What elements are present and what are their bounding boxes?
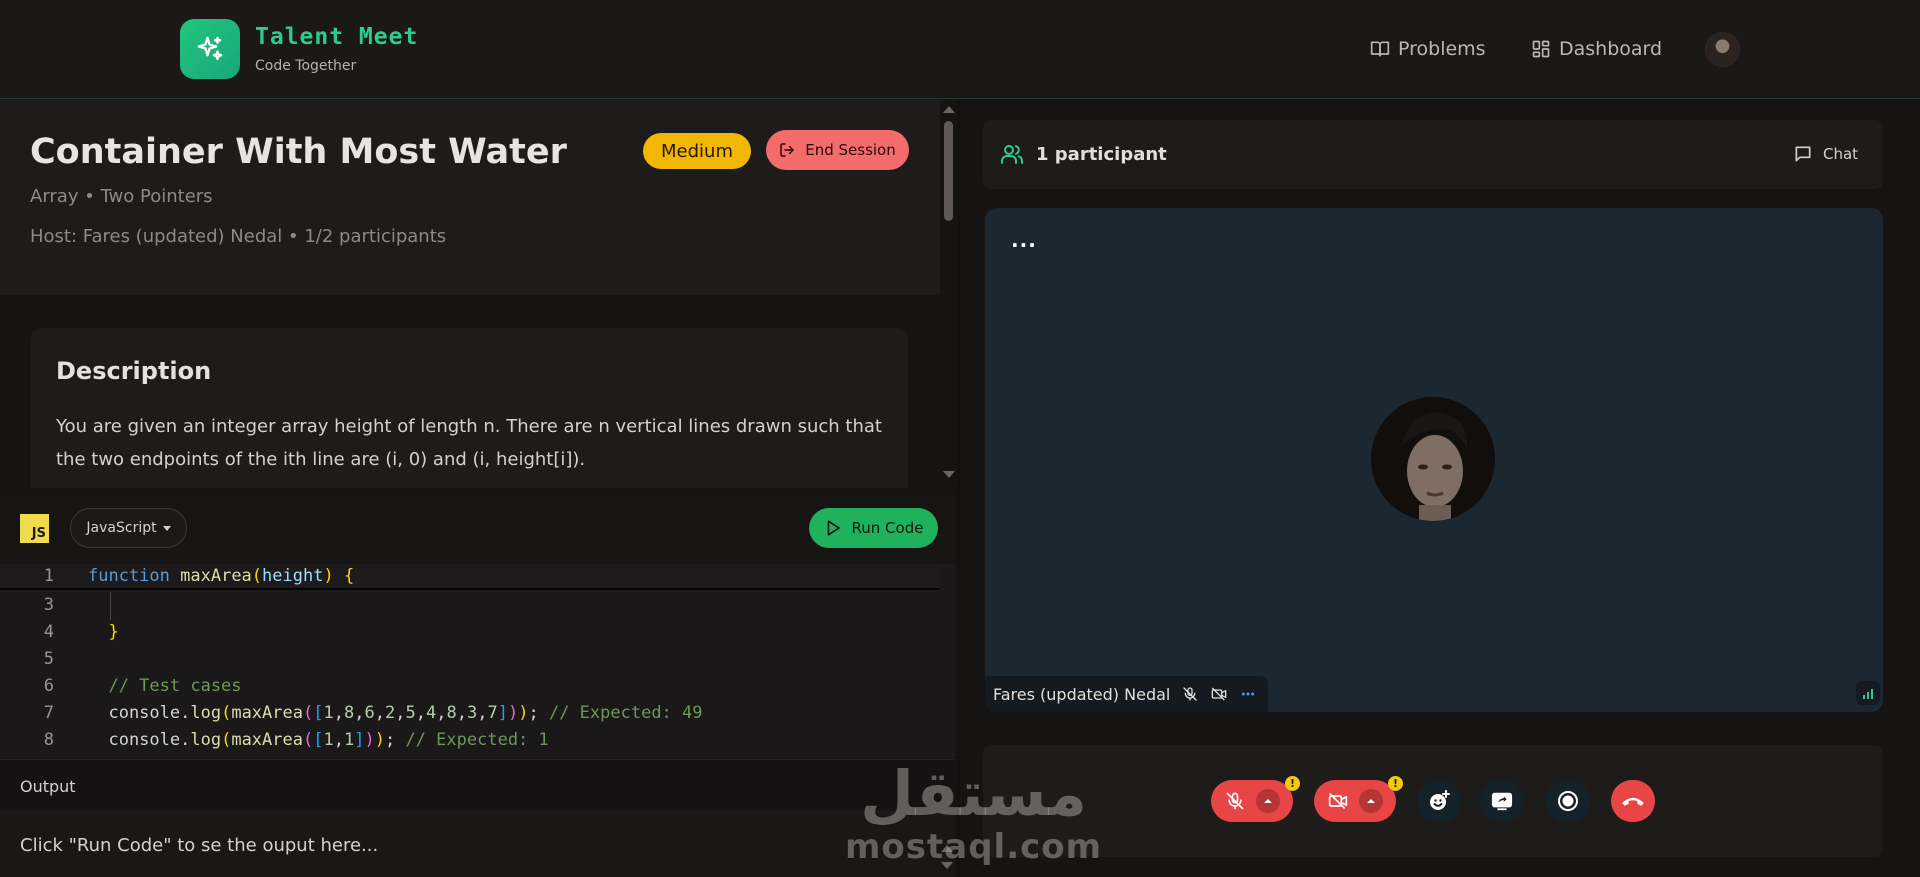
end-session-button[interactable]: End Session (766, 130, 909, 170)
emoji-add-icon (1430, 790, 1450, 810)
panel-resizer[interactable] (957, 100, 960, 877)
participant-avatar (1371, 397, 1495, 521)
nav-problems[interactable]: Problems (1370, 38, 1486, 60)
record-icon (1558, 791, 1578, 811)
difficulty-badge: Medium (643, 133, 751, 169)
record-button[interactable] (1546, 780, 1590, 822)
more-icon[interactable]: ... (1011, 228, 1037, 252)
camera-options-button[interactable] (1359, 789, 1383, 813)
code-line[interactable]: 5 (0, 646, 940, 672)
leave-call-button[interactable] (1611, 780, 1655, 822)
screen-share-button[interactable] (1480, 780, 1524, 822)
line-number: 4 (43, 622, 54, 642)
participant-photo (1371, 397, 1495, 521)
participant-name: Fares (updated) Nedal (993, 684, 1171, 704)
code-line[interactable]: 3 (0, 592, 940, 618)
code-line[interactable]: 4 } (0, 619, 940, 645)
more-horizontal-icon[interactable] (1240, 686, 1256, 702)
code-text: // Test cases (88, 676, 242, 696)
mic-off-icon (1183, 687, 1198, 701)
code-text: console.log(maxArea([1,8,6,2,5,4,8,3,7])… (88, 703, 703, 723)
mic-off-icon (1226, 792, 1243, 810)
users-icon (1001, 145, 1023, 164)
code-line[interactable]: 7 console.log(maxArea([1,8,6,2,5,4,8,3,7… (0, 700, 940, 726)
chat-label: Chat (1823, 145, 1859, 163)
code-text: function maxArea(height) { (88, 566, 355, 586)
line-number: 7 (43, 703, 54, 723)
code-editor[interactable]: 1 function maxArea(height) { 3 4 } 5 6 /… (0, 564, 955, 758)
caret-down-icon (162, 525, 171, 531)
play-icon (827, 520, 840, 536)
screen-share-icon (1491, 792, 1513, 811)
chat-icon (1795, 146, 1811, 162)
language-select[interactable]: JavaScript (70, 508, 187, 548)
camera-toggle[interactable] (1314, 780, 1396, 822)
nav-dashboard-label: Dashboard (1559, 38, 1663, 60)
output-scroll-down-arrow[interactable] (941, 862, 953, 869)
participant-name-plate: Fares (updated) Nedal (985, 676, 1269, 712)
description-text: You are given an integer array height of… (56, 416, 882, 470)
participants-count: 1 participant (1000, 142, 1167, 166)
logo[interactable] (180, 19, 240, 79)
logout-icon (780, 143, 794, 157)
indent-guide (110, 592, 111, 620)
microphone-warning-badge: ! (1285, 776, 1300, 791)
nav-dashboard[interactable]: Dashboard (1531, 38, 1662, 60)
microphone-toggle[interactable] (1211, 780, 1293, 822)
chat-button[interactable]: Chat (1793, 144, 1858, 164)
problem-host: Host: Fares (updated) Nedal • 1/2 partic… (30, 226, 447, 247)
problem-title: Container With Most Water (30, 132, 567, 172)
connection-quality-icon (1856, 681, 1880, 705)
output-header (0, 759, 955, 809)
nav-problems-label: Problems (1398, 38, 1486, 60)
code-text: console.log(maxArea([1,1])); // Expected… (88, 730, 549, 750)
run-code-button[interactable]: Run Code (809, 508, 938, 548)
code-line[interactable]: 1 function maxArea(height) { (0, 564, 940, 590)
description-heading: Description (56, 357, 212, 385)
line-number: 5 (43, 649, 54, 669)
line-number: 1 (43, 566, 54, 586)
output-scroll-up-arrow[interactable] (941, 845, 953, 852)
chevron-up-icon (1367, 799, 1375, 803)
end-session-label: End Session (805, 141, 896, 159)
code-text: } (108, 622, 119, 642)
camera-off-icon (1212, 687, 1227, 701)
sparkles-icon (197, 36, 223, 61)
run-code-label: Run Code (851, 519, 924, 537)
brand-subtitle: Code Together (255, 58, 357, 74)
camera-off-icon (1328, 792, 1348, 810)
dashboard-icon (1532, 40, 1550, 58)
participants-label: 1 participant (1036, 143, 1167, 165)
scroll-down-arrow[interactable] (943, 471, 955, 478)
user-avatar[interactable] (1705, 32, 1740, 67)
code-line[interactable]: 6 // Test cases (0, 673, 940, 699)
output-label: Output (20, 777, 76, 796)
line-number: 6 (43, 676, 54, 696)
camera-warning-badge: ! (1388, 776, 1403, 791)
reactions-button[interactable] (1417, 780, 1461, 822)
book-icon (1370, 41, 1390, 57)
phone-hangup-icon (1622, 797, 1644, 806)
line-number: 8 (43, 730, 54, 750)
output-placeholder: Click "Run Code" to se the ouput here... (20, 835, 379, 856)
code-line[interactable]: 8 console.log(maxArea([1,1])); // Expect… (0, 727, 940, 753)
language-select-value: JavaScript (86, 520, 157, 536)
microphone-options-button[interactable] (1255, 789, 1280, 813)
chevron-up-icon (1263, 799, 1272, 803)
javascript-logo-icon: JS (20, 514, 49, 543)
scroll-up-arrow[interactable] (943, 106, 955, 113)
line-number: 3 (43, 595, 54, 615)
brand-title: Talent Meet (255, 24, 419, 50)
problem-tags: Array • Two Pointers (30, 186, 213, 207)
scrollbar-thumb[interactable] (944, 121, 953, 221)
